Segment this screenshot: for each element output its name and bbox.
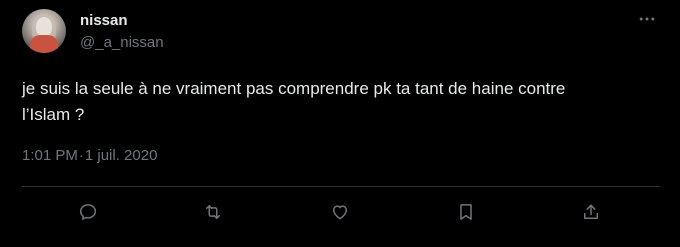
tweet-date[interactable]: 1 juil. 2020 — [85, 147, 158, 164]
tweet-card: nissan @_a_nissan je suis la seule à ne … — [0, 0, 680, 247]
more-icon — [637, 9, 657, 34]
share-button[interactable] — [578, 201, 604, 227]
author-handle[interactable]: @_a_nissan — [80, 34, 164, 51]
tweet-timestamp[interactable]: 1:01 PM · 1 juil. 2020 — [22, 147, 157, 164]
retweet-icon — [203, 202, 223, 227]
reply-button[interactable] — [75, 201, 101, 227]
reply-icon — [78, 202, 98, 227]
divider — [22, 186, 660, 187]
share-icon — [581, 202, 601, 227]
avatar[interactable] — [22, 9, 66, 53]
more-button[interactable] — [632, 8, 662, 34]
retweet-button[interactable] — [200, 201, 226, 227]
author-display-name[interactable]: nissan — [80, 12, 128, 29]
heart-icon — [330, 202, 350, 227]
like-button[interactable] — [327, 201, 353, 227]
tweet-time[interactable]: 1:01 PM — [22, 147, 78, 164]
bookmark-icon — [456, 202, 476, 227]
timestamp-separator: · — [78, 147, 84, 164]
tweet-text: je suis la seule à ne vraiment pas compr… — [22, 79, 566, 124]
bookmark-button[interactable] — [453, 201, 479, 227]
